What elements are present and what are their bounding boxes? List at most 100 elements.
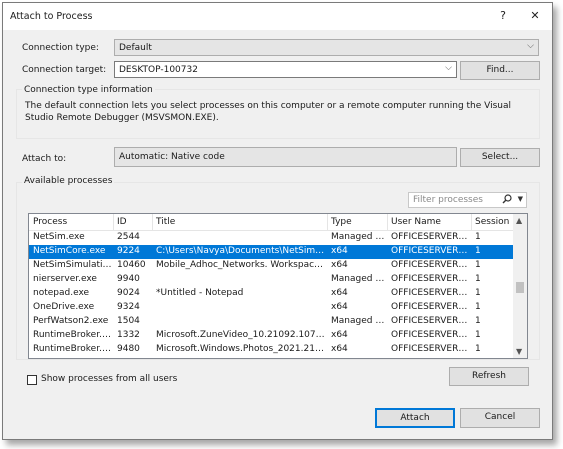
- cell-session: 1: [475, 302, 481, 312]
- cell-user-name: OFFICESERVER214\...: [391, 358, 471, 359]
- cell-type: x64: [331, 344, 348, 354]
- chevron-down-icon[interactable]: ▼: [518, 195, 523, 203]
- cell-type: x64: [331, 302, 348, 312]
- process-row[interactable]: OneDrive.exe 9324 x64 OFFICESERVER214\... 1: [29, 301, 514, 315]
- cell-user-name: OFFICESERVER214\...: [391, 302, 471, 312]
- scroll-up-icon[interactable]: ▲: [516, 216, 522, 225]
- attach-to-label: Attach to:: [22, 154, 67, 164]
- cell-title: Microsoft.ZuneVideo_10.21092.10731.0_x6.…: [156, 330, 326, 340]
- cell-type: x64: [331, 330, 348, 340]
- process-row[interactable]: NetSim.exe 2544 Managed (... OFFICESERVER21…: [29, 231, 514, 245]
- cell-process: PerfWatson2.exe: [33, 316, 109, 326]
- cell-id: 9324: [117, 302, 140, 312]
- connection-info-heading: Connection type information: [22, 85, 155, 95]
- cell-id: 9024: [117, 288, 140, 298]
- cell-id: 1332: [117, 330, 140, 340]
- process-row[interactable]: NetSimCore.exe 9224 C:\Users\Navya\Documen…: [29, 245, 514, 259]
- cell-process: RuntimeBroker.exe: [33, 358, 113, 359]
- cell-process: RuntimeBroker.exe: [33, 344, 113, 354]
- process-list[interactable]: Process ID Title Type User Name Session …: [28, 213, 528, 359]
- cell-user-name: OFFICESERVER214\...: [391, 330, 471, 340]
- close-button[interactable]: ✕: [524, 7, 546, 25]
- scroll-down-icon[interactable]: ▼: [516, 347, 522, 356]
- cell-id: 9940: [117, 274, 140, 284]
- title-bar: Attach to Process ? ✕: [3, 3, 552, 30]
- cell-session: 1: [475, 260, 481, 270]
- cell-type: Managed (v...: [331, 274, 387, 284]
- find-button[interactable]: Find...: [460, 61, 540, 80]
- search-icon[interactable]: [502, 194, 512, 207]
- column-header-user-name[interactable]: User Name: [391, 217, 441, 227]
- cell-user-name: OFFICESERVER214\...: [391, 260, 471, 270]
- cell-session: 1: [475, 274, 481, 284]
- process-row[interactable]: RuntimeBroker.exe 1332 Microsoft.ZuneVideo…: [29, 329, 514, 343]
- connection-type-value: Default: [119, 43, 152, 53]
- attach-button[interactable]: Attach: [375, 408, 455, 428]
- connection-type-combo[interactable]: Default ⌵: [114, 39, 539, 56]
- process-row[interactable]: RuntimeBroker.exe 9480 Microsoft.Windows.P…: [29, 343, 514, 357]
- show-all-users-label[interactable]: Show processes from all users: [41, 374, 177, 384]
- cell-process: NetSim.exe: [33, 232, 85, 242]
- process-row[interactable]: RuntimeBroker.exe 1020 x64 OFFICESERVER214\…: [29, 357, 514, 359]
- cell-title: C:\Users\Navya\Documents\NetSim\Works...: [156, 246, 326, 256]
- cell-type: x64: [331, 246, 348, 256]
- cell-process: RuntimeBroker.exe: [33, 330, 113, 340]
- cancel-button[interactable]: Cancel: [460, 408, 540, 428]
- chevron-down-icon: ⌵: [445, 63, 452, 73]
- available-processes-heading: Available processes: [22, 176, 115, 186]
- cell-user-name: OFFICESERVER214\...: [391, 288, 471, 298]
- column-header-type[interactable]: Type: [331, 217, 352, 227]
- cell-process: notepad.exe: [33, 288, 90, 298]
- connection-target-value: DESKTOP-100732: [119, 65, 198, 75]
- cell-type: x64: [331, 260, 348, 270]
- cell-title: Mobile_Adhoc_Networks. Workspace Nam...: [156, 260, 326, 270]
- cell-id: 9224: [117, 246, 140, 256]
- cell-id: 1504: [117, 316, 140, 326]
- cell-type: x64: [331, 358, 387, 359]
- cell-type: Managed (v...: [331, 316, 387, 326]
- cell-id: 2544: [117, 232, 140, 242]
- cell-user-name: OFFICESERVER214\...: [391, 274, 471, 284]
- cell-session: 1: [475, 246, 481, 256]
- cell-session: 1: [475, 330, 481, 340]
- column-header-session[interactable]: Session: [475, 217, 509, 227]
- cell-user-name: OFFICESERVER214\...: [391, 232, 471, 242]
- connection-target-combo[interactable]: DESKTOP-100732 ⌵: [114, 61, 457, 78]
- cell-process: nierserver.exe: [33, 274, 97, 284]
- cell-id: 1020: [117, 358, 151, 359]
- help-button[interactable]: ?: [492, 7, 514, 25]
- cell-type: Managed (...: [331, 232, 387, 242]
- scrollbar-thumb[interactable]: [516, 282, 524, 293]
- attach-to-field: Automatic: Native code: [114, 147, 457, 167]
- cell-title: *Untitled - Notepad: [156, 288, 244, 298]
- attach-to-value: Automatic: Native code: [119, 152, 225, 162]
- process-list-header: Process ID Title Type User Name Session: [29, 214, 514, 231]
- filter-processes-input[interactable]: Filter processes ▼: [408, 192, 527, 208]
- cell-user-name: OFFICESERVER214\...: [391, 246, 471, 256]
- show-all-users-checkbox[interactable]: [27, 375, 37, 385]
- cell-session: 1: [475, 232, 481, 242]
- cell-session: 1: [475, 344, 481, 354]
- process-row[interactable]: NetSimSimulation.e... 10460 Mobile_Adhoc_N…: [29, 259, 514, 273]
- window-title: Attach to Process: [10, 11, 93, 22]
- connection-info-text: The default connection lets you select p…: [25, 101, 512, 123]
- filter-placeholder: Filter processes: [413, 195, 483, 205]
- column-header-title[interactable]: Title: [156, 217, 175, 227]
- connection-type-label: Connection type:: [22, 43, 99, 53]
- cell-session: 1: [475, 316, 481, 326]
- column-header-process[interactable]: Process: [33, 217, 67, 227]
- cell-user-name: OFFICESERVER214\...: [391, 316, 471, 326]
- process-row[interactable]: notepad.exe 9024 *Untitled - Notepad x64 OFF…: [29, 287, 514, 301]
- select-button[interactable]: Select...: [460, 148, 540, 167]
- vertical-scrollbar[interactable]: ▲ ▼: [513, 214, 527, 358]
- refresh-button[interactable]: Refresh: [449, 367, 529, 386]
- cell-session: 1: [475, 288, 481, 298]
- connection-target-label: Connection target:: [22, 65, 107, 75]
- cell-type: x64: [331, 288, 348, 298]
- cell-process: NetSimCore.exe: [33, 246, 106, 256]
- cell-title: Microsoft.Windows.Photos_2021.21090.100.…: [156, 344, 326, 354]
- cell-session: 1: [475, 358, 509, 359]
- process-row[interactable]: PerfWatson2.exe 1504 Managed (v... OFFICESE…: [29, 315, 514, 329]
- column-header-id[interactable]: ID: [117, 217, 127, 227]
- process-row[interactable]: nierserver.exe 9940 Managed (v... OFFICESER…: [29, 273, 514, 287]
